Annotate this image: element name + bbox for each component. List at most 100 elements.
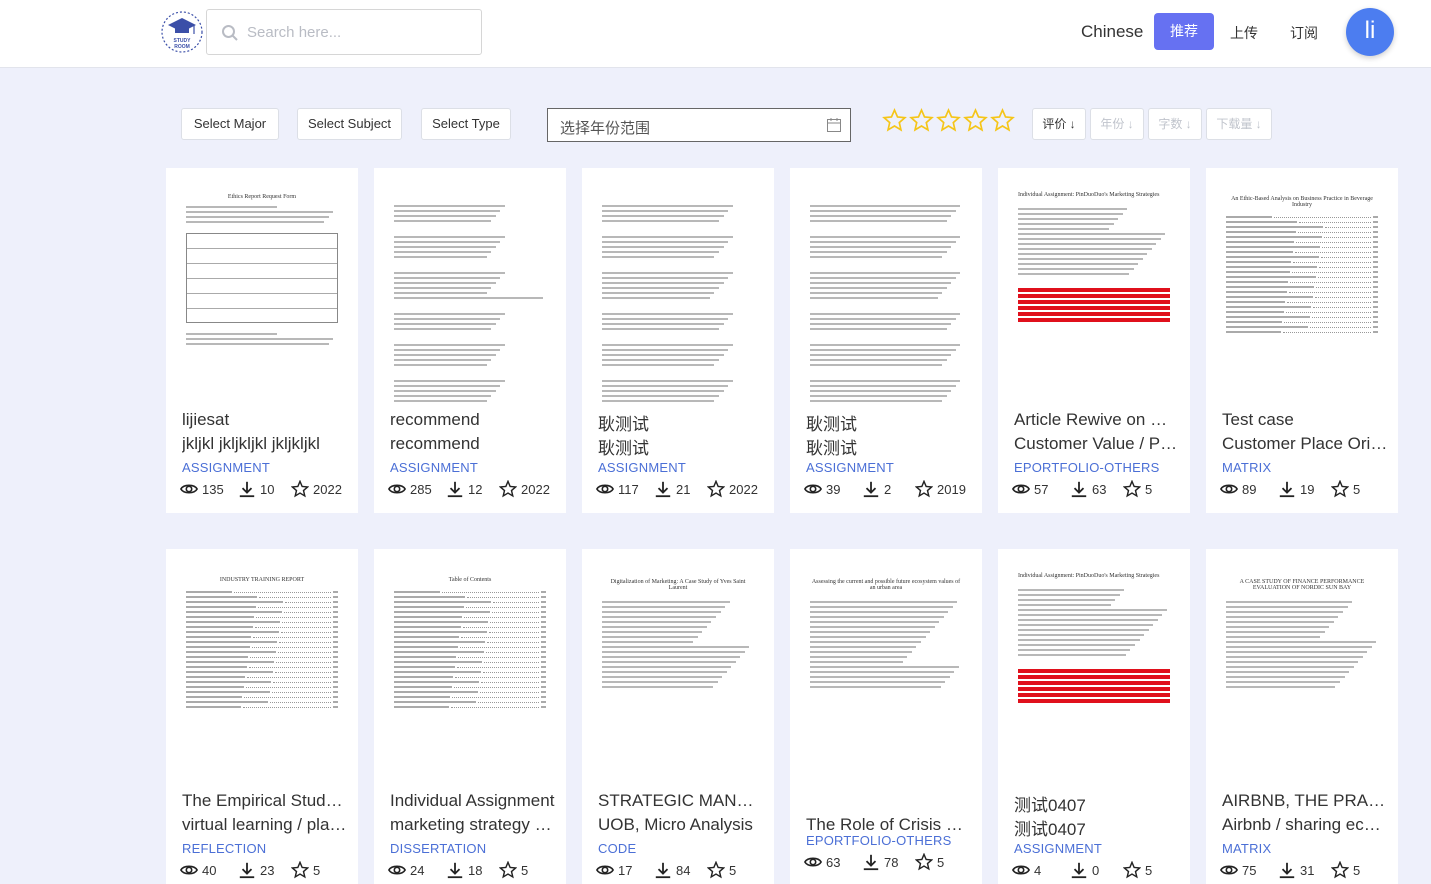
card-title[interactable]: STRATEGIC MANAGEMENT — [598, 791, 764, 811]
document-card[interactable]: Ethics Report Request Form lijiesat jkljkl… — [166, 168, 358, 513]
card-subtitle[interactable]: Customer Place Orientation — [1222, 434, 1388, 454]
card-category[interactable]: CODE — [598, 841, 636, 856]
card-stats: 75 31 5 — [1220, 861, 1390, 879]
card-title[interactable]: The Empirical Study of — [182, 791, 348, 811]
card-stats: 135 10 2022 — [180, 480, 350, 498]
select-type-button[interactable]: Select Type — [421, 108, 511, 140]
language-toggle[interactable]: Chinese — [1081, 22, 1143, 42]
card-subtitle[interactable]: Customer Value / Pinduoduo — [1014, 434, 1180, 454]
document-card[interactable]: An Ethic-Based Analysis on Business Prac… — [1206, 168, 1398, 513]
document-card[interactable]: A CASE STUDY OF FINANCE PERFORMANCE EVAL… — [1206, 549, 1398, 884]
card-title[interactable]: lijiesat — [182, 410, 348, 430]
document-card[interactable]: Assessing the current and possible futur… — [790, 549, 982, 884]
card-category[interactable]: DISSERTATION — [390, 841, 486, 856]
document-card[interactable]: 耿测试 耿测试 ASSIGNMENT 39 2 2019 — [790, 168, 982, 513]
rating-value: 2019 — [937, 482, 966, 497]
card-stats: 4 0 5 — [1012, 861, 1182, 879]
document-card[interactable]: Individual Assignment: PinDuoDuo's Marke… — [998, 549, 1190, 884]
nav-upload[interactable]: 上传 — [1230, 23, 1258, 43]
star-icon — [1123, 861, 1141, 879]
download-icon — [447, 481, 463, 498]
downloads-count: 78 — [884, 855, 899, 870]
star-icon — [1123, 480, 1141, 498]
card-category[interactable]: EPORTFOLIO-OTHERS — [1014, 460, 1159, 475]
star-icon[interactable] — [936, 108, 961, 133]
document-preview[interactable]: A CASE STUDY OF FINANCE PERFORMANCE EVAL… — [1226, 567, 1378, 785]
sort-words-label: 字数 — [1158, 117, 1183, 131]
card-title[interactable]: Article Rewive on Marketing — [1014, 410, 1180, 430]
sort-year-button[interactable]: 年份 ↓ — [1090, 108, 1144, 140]
document-preview[interactable] — [810, 186, 962, 404]
card-category[interactable]: ASSIGNMENT — [598, 460, 686, 475]
search-input[interactable] — [247, 20, 467, 44]
card-title[interactable]: Test case — [1222, 410, 1388, 430]
star-icon — [1331, 480, 1349, 498]
card-title[interactable]: 测试0407 — [1014, 791, 1180, 816]
card-subtitle[interactable]: virtual learning / platform — [182, 815, 348, 835]
card-title[interactable]: 耿测试 — [806, 410, 972, 435]
star-icon[interactable] — [882, 108, 907, 133]
rating-value: 5 — [937, 855, 945, 870]
preview-heading: INDUSTRY TRAINING REPORT — [219, 577, 305, 583]
card-category[interactable]: ASSIGNMENT — [1014, 841, 1102, 856]
card-subtitle[interactable]: 耿测试 — [598, 434, 764, 459]
document-preview[interactable] — [394, 186, 546, 404]
document-preview[interactable] — [602, 186, 754, 404]
card-category[interactable]: REFLECTION — [182, 841, 266, 856]
star-rating-filter[interactable] — [882, 108, 1018, 136]
document-preview[interactable]: Digitalization of Marketing: A Case Stud… — [602, 567, 754, 785]
card-subtitle[interactable]: 测试0407 — [1014, 815, 1180, 840]
card-title[interactable]: 耿测试 — [598, 410, 764, 435]
year-range-picker[interactable]: 选择年份范围 — [547, 108, 851, 142]
card-stats: 285 12 2022 — [388, 480, 558, 498]
card-category[interactable]: ASSIGNMENT — [806, 460, 894, 475]
document-card[interactable]: Digitalization of Marketing: A Case Stud… — [582, 549, 774, 884]
card-subtitle[interactable]: marketing strategy / PinDuoDuo — [390, 815, 556, 835]
preview-heading: Assessing the current and possible futur… — [811, 579, 961, 591]
sort-rating-button[interactable]: 评价 ↓ — [1032, 108, 1086, 140]
card-subtitle[interactable]: 耿测试 — [806, 434, 972, 459]
document-card[interactable]: recommend recommend ASSIGNMENT 285 12 2022 — [374, 168, 566, 513]
card-title[interactable]: recommend — [390, 410, 556, 430]
card-stats: 39 2 2019 — [804, 480, 974, 498]
document-card[interactable]: Individual Assignment: PinDuoDuo's Marke… — [998, 168, 1190, 513]
document-card[interactable]: Table of Contents Individual Assignment ma… — [374, 549, 566, 884]
document-preview[interactable]: Individual Assignment: PinDuoDuo's Marke… — [1018, 567, 1170, 785]
select-subject-button[interactable]: Select Subject — [297, 108, 402, 140]
card-category[interactable]: MATRIX — [1222, 460, 1271, 475]
star-icon[interactable] — [963, 108, 988, 133]
star-icon[interactable] — [909, 108, 934, 133]
card-title[interactable]: AIRBNB, THE PRACTICE — [1222, 791, 1388, 811]
card-title[interactable]: The Role of Crisis Management — [806, 815, 972, 835]
study-room-logo[interactable]: STUDY ROOM — [160, 10, 204, 54]
sort-words-button[interactable]: 字数 ↓ — [1148, 108, 1202, 140]
card-category[interactable]: EPORTFOLIO-OTHERS — [806, 833, 951, 848]
document-card[interactable]: 耿测试 耿测试 ASSIGNMENT 117 21 2022 — [582, 168, 774, 513]
eye-icon — [1220, 865, 1238, 875]
select-major-button[interactable]: Select Major — [181, 108, 279, 140]
card-category[interactable]: ASSIGNMENT — [390, 460, 478, 475]
sort-downloads-button[interactable]: 下载量 ↓ — [1206, 108, 1272, 140]
card-title[interactable]: Individual Assignment — [390, 791, 556, 811]
nav-subscribe[interactable]: 订阅 — [1290, 23, 1318, 43]
card-category[interactable]: ASSIGNMENT — [182, 460, 270, 475]
card-subtitle[interactable]: UOB, Micro Analysis — [598, 815, 764, 835]
card-subtitle[interactable]: recommend — [390, 434, 556, 454]
document-preview[interactable]: Ethics Report Request Form — [186, 186, 338, 404]
user-avatar[interactable]: li — [1346, 8, 1394, 56]
star-icon[interactable] — [990, 108, 1015, 133]
nav-recommend[interactable]: 推荐 — [1154, 13, 1214, 50]
search-box[interactable] — [206, 9, 482, 55]
rating-value: 5 — [1353, 482, 1361, 497]
download-icon — [1279, 481, 1295, 498]
document-preview[interactable]: INDUSTRY TRAINING REPORT — [186, 567, 338, 785]
document-preview[interactable]: Table of Contents — [394, 567, 546, 785]
card-subtitle[interactable]: Airbnb / sharing economy — [1222, 815, 1388, 835]
document-card[interactable]: INDUSTRY TRAINING REPORT The Empirical St… — [166, 549, 358, 884]
card-subtitle[interactable]: jkljkl jkljkljkl jkljkljkl — [182, 434, 348, 454]
rating-value: 5 — [313, 863, 321, 878]
document-preview[interactable]: An Ethic-Based Analysis on Business Prac… — [1226, 186, 1378, 404]
document-preview[interactable]: Assessing the current and possible futur… — [810, 567, 962, 785]
document-preview[interactable]: Individual Assignment: PinDuoDuo's Marke… — [1018, 186, 1170, 404]
card-category[interactable]: MATRIX — [1222, 841, 1271, 856]
